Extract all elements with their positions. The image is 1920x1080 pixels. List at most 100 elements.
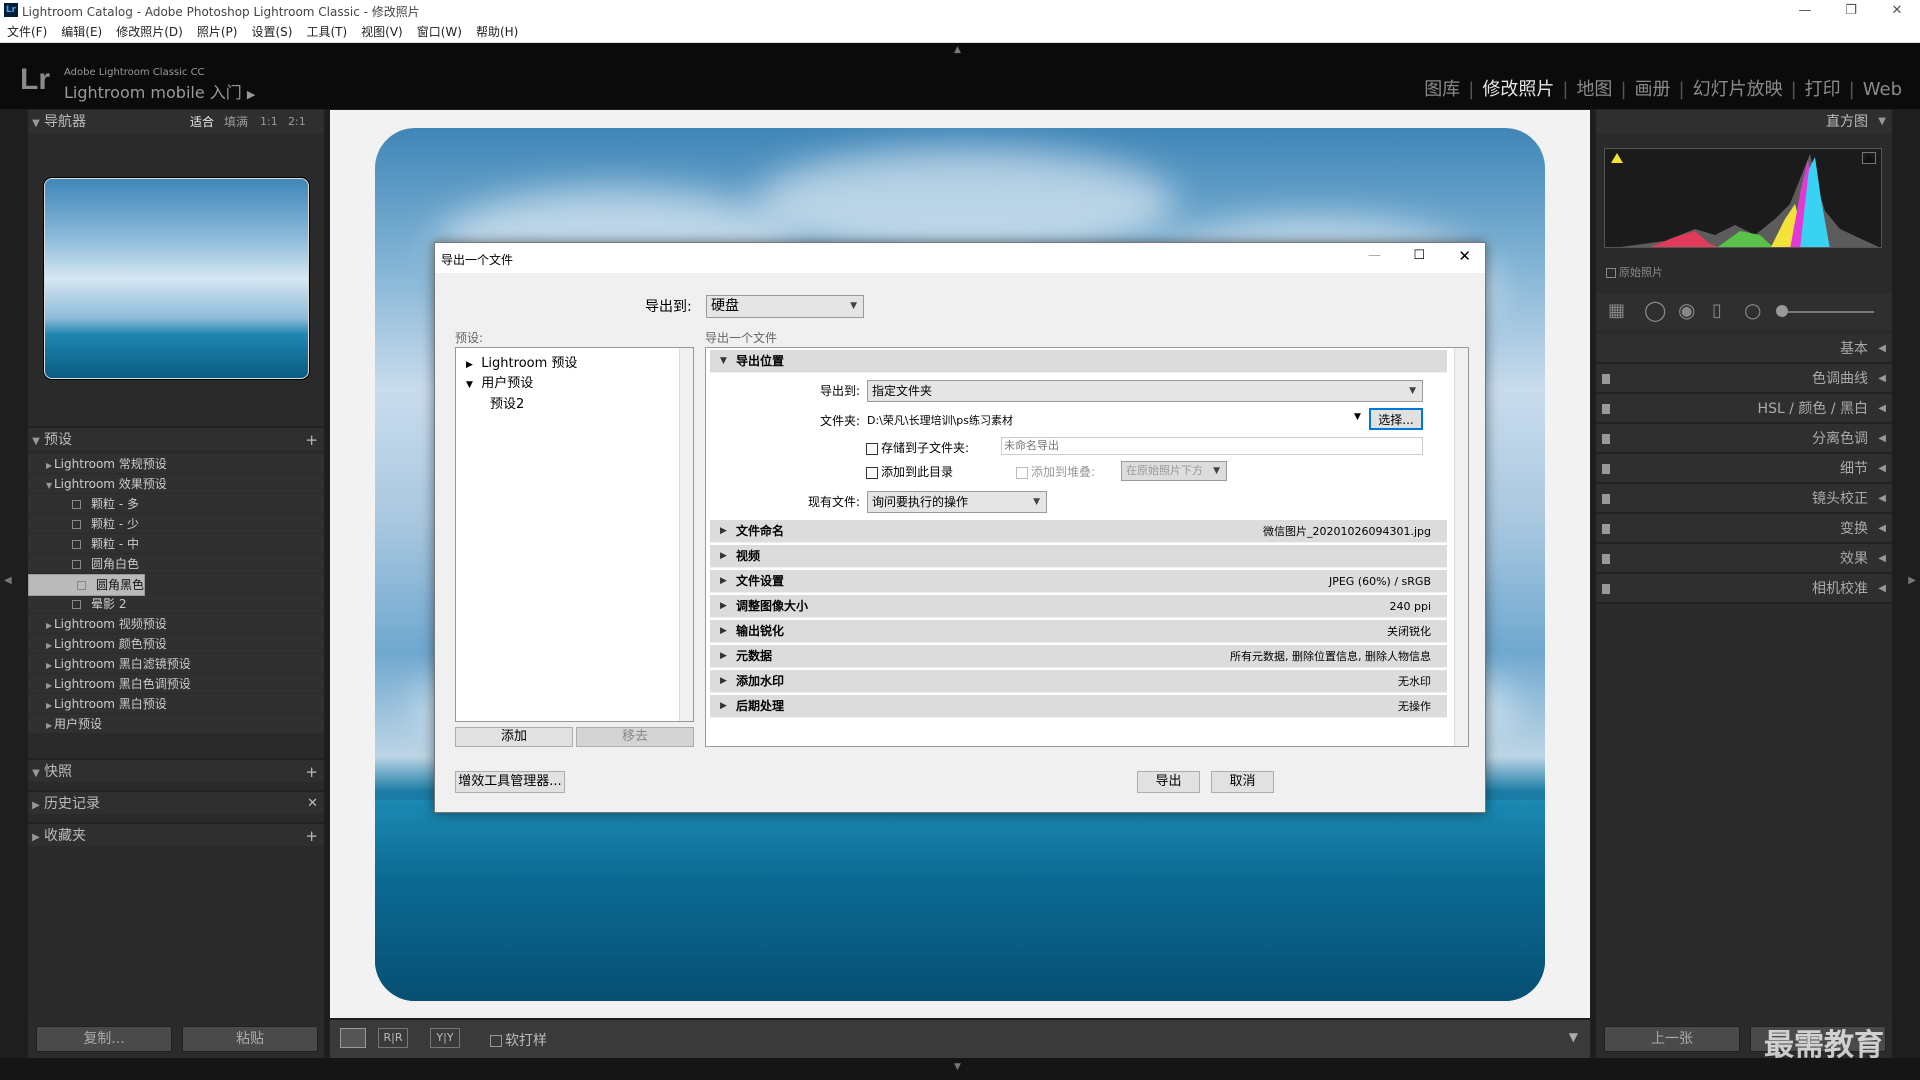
remove-preset-button[interactable]: 移去	[576, 727, 694, 747]
add-collection-icon[interactable]: +	[305, 824, 318, 848]
dialog-maximize-icon[interactable]: ☐	[1413, 248, 1425, 263]
collapse-bottom-icon[interactable]: ▼	[954, 1062, 961, 1072]
section-6[interactable]: ▶ 添加水印 无水印	[710, 670, 1447, 693]
section-7[interactable]: ▶ 后期处理 无操作	[710, 695, 1447, 718]
toggle-switch-icon[interactable]	[1602, 494, 1610, 504]
section-2[interactable]: ▶ 文件设置 JPEG (60%) / sRGB	[710, 570, 1447, 593]
preset-item[interactable]: ▶ 用户预设	[28, 714, 324, 734]
section-5[interactable]: ▶ 元数据 所有元数据, 删除位置信息, 删除人物信息	[710, 645, 1447, 668]
develop-section[interactable]: 效果 ◀	[1596, 544, 1892, 574]
develop-section[interactable]: 色调曲线 ◀	[1596, 364, 1892, 394]
history-header[interactable]: ▶ 历史记录 ✕	[28, 790, 324, 814]
presets-header[interactable]: ▼ 预设 +	[28, 426, 324, 450]
menu-window[interactable]: 窗口(W)	[410, 22, 469, 43]
maximize-button[interactable]: ❐	[1828, 0, 1874, 22]
module-map[interactable]: 地图	[1568, 79, 1620, 100]
radial-filter-icon[interactable]: ○	[1744, 298, 1761, 322]
menu-develop[interactable]: 修改照片(D)	[109, 22, 190, 43]
cancel-button[interactable]: 取消	[1211, 771, 1274, 793]
preset-item[interactable]: 晕影 2	[28, 594, 324, 614]
develop-section[interactable]: 变换 ◀	[1596, 514, 1892, 544]
add-to-catalog-checkbox[interactable]: 添加到此目录	[866, 463, 953, 480]
graduated-filter-icon[interactable]: ▯	[1712, 300, 1722, 321]
menu-settings[interactable]: 设置(S)	[244, 22, 299, 43]
develop-section[interactable]: 基本 ◀	[1596, 334, 1892, 364]
dialog-minimize-icon[interactable]: —	[1368, 248, 1381, 263]
preset-item[interactable]: ▼ Lightroom 效果预设	[28, 474, 324, 494]
toggle-switch-icon[interactable]	[1602, 404, 1610, 414]
preset-item[interactable]: 颗粒 - 多	[28, 494, 324, 514]
add-preset-button[interactable]: 添加	[455, 727, 573, 747]
before-after-yy-icon[interactable]: Y|Y	[430, 1028, 460, 1048]
folder-dropdown-icon[interactable]: ▼	[1354, 412, 1361, 422]
zoom-fit[interactable]: 适合	[190, 110, 214, 134]
navigator-header[interactable]: ▼ 导航器 适合 填满 1:1 2:1	[28, 110, 324, 134]
menu-tools[interactable]: 工具(T)	[299, 22, 354, 43]
export-button[interactable]: 导出	[1137, 771, 1200, 793]
preset-item[interactable]: 圆角黑色	[28, 574, 146, 596]
original-photo-checkbox[interactable]: 原始照片	[1606, 264, 1663, 280]
collections-header[interactable]: ▶ 收藏夹 +	[28, 822, 324, 846]
preset-item[interactable]: 颗粒 - 中	[28, 534, 324, 554]
toggle-switch-icon[interactable]	[1602, 584, 1610, 594]
clear-history-icon[interactable]: ✕	[307, 792, 318, 816]
highlight-clipping-icon[interactable]	[1862, 152, 1876, 164]
section-3[interactable]: ▶ 调整图像大小 240 ppi	[710, 595, 1447, 618]
preset-item[interactable]: ▶ Lightroom 视频预设	[28, 614, 324, 634]
add-to-stack-checkbox[interactable]: 添加到堆叠:	[1016, 463, 1095, 480]
add-preset-icon[interactable]: +	[305, 428, 318, 452]
toggle-switch-icon[interactable]	[1602, 374, 1610, 384]
preset-item[interactable]: ▶ Lightroom 黑白预设	[28, 694, 324, 714]
tree-user-presets[interactable]: ▼ 用户预设	[466, 372, 533, 391]
module-slideshow[interactable]: 幻灯片放映	[1685, 79, 1791, 100]
menu-help[interactable]: 帮助(H)	[469, 22, 525, 43]
navigator-thumbnail[interactable]	[44, 178, 309, 379]
plugin-manager-button[interactable]: 增效工具管理器...	[455, 771, 565, 793]
develop-section[interactable]: 镜头校正 ◀	[1596, 484, 1892, 514]
existing-files-select[interactable]: 询问要执行的操作 ▼	[867, 491, 1047, 513]
minimize-button[interactable]: —	[1782, 0, 1828, 22]
red-eye-icon[interactable]: ◉	[1678, 298, 1695, 322]
toggle-switch-icon[interactable]	[1602, 524, 1610, 534]
develop-section[interactable]: 相机校准 ◀	[1596, 574, 1892, 604]
crop-tool-icon[interactable]: ▦	[1608, 300, 1625, 321]
module-book[interactable]: 画册	[1627, 79, 1679, 100]
collapse-top-icon[interactable]: ▲	[954, 45, 961, 55]
brush-slider-knob[interactable]	[1776, 305, 1788, 317]
right-panel-toggle-icon[interactable]: ▶	[1908, 575, 1916, 586]
preset-item[interactable]: ▶ Lightroom 颜色预设	[28, 634, 324, 654]
zoom-fill[interactable]: 填满	[224, 110, 248, 134]
toggle-switch-icon[interactable]	[1602, 464, 1610, 474]
menu-edit[interactable]: 编辑(E)	[54, 22, 109, 43]
toggle-switch-icon[interactable]	[1602, 434, 1610, 444]
identity-line2[interactable]: Lightroom mobile 入门 ▶	[64, 79, 255, 103]
preset-item[interactable]: ▶ Lightroom 黑白色调预设	[28, 674, 324, 694]
toolbar-menu-icon[interactable]: ▼	[1569, 1030, 1578, 1044]
menu-photo[interactable]: 照片(P)	[190, 22, 245, 43]
histogram-header[interactable]: 直方图 ▼	[1596, 110, 1892, 134]
copy-button[interactable]: 复制...	[36, 1026, 172, 1052]
develop-section[interactable]: HSL / 颜色 / 黑白 ◀	[1596, 394, 1892, 424]
preset-item[interactable]: 圆角白色	[28, 554, 324, 574]
settings-scrollbar[interactable]	[1454, 348, 1468, 746]
module-library[interactable]: 图库	[1416, 79, 1468, 100]
preset-item[interactable]: ▶ Lightroom 常规预设	[28, 454, 324, 474]
before-after-lr-icon[interactable]: R|R	[378, 1028, 408, 1048]
menu-view[interactable]: 视图(V)	[354, 22, 410, 43]
paste-button[interactable]: 粘贴	[182, 1026, 318, 1052]
spot-removal-icon[interactable]: ◯	[1644, 298, 1666, 322]
soft-proof-checkbox[interactable]: 软打样	[490, 1030, 547, 1050]
section-1[interactable]: ▶ 视频	[710, 545, 1447, 568]
left-panel-toggle-icon[interactable]: ◀	[4, 575, 12, 586]
snapshots-header[interactable]: ▼ 快照 +	[28, 758, 324, 782]
zoom-1-1[interactable]: 1:1	[260, 110, 278, 134]
section-0[interactable]: ▶ 文件命名 微信图片_20201026094301.jpg	[710, 520, 1447, 543]
dialog-close-icon[interactable]: ✕	[1458, 247, 1471, 265]
develop-section[interactable]: 分离色调 ◀	[1596, 424, 1892, 454]
choose-folder-button[interactable]: 选择...	[1369, 408, 1423, 430]
close-button[interactable]: ✕	[1874, 0, 1920, 22]
brush-slider[interactable]	[1782, 311, 1874, 313]
module-web[interactable]: Web	[1855, 79, 1910, 100]
stack-position-select[interactable]: 在原始照片下方 ▼	[1121, 461, 1227, 481]
section-export-location[interactable]: ▼ 导出位置	[710, 350, 1447, 373]
